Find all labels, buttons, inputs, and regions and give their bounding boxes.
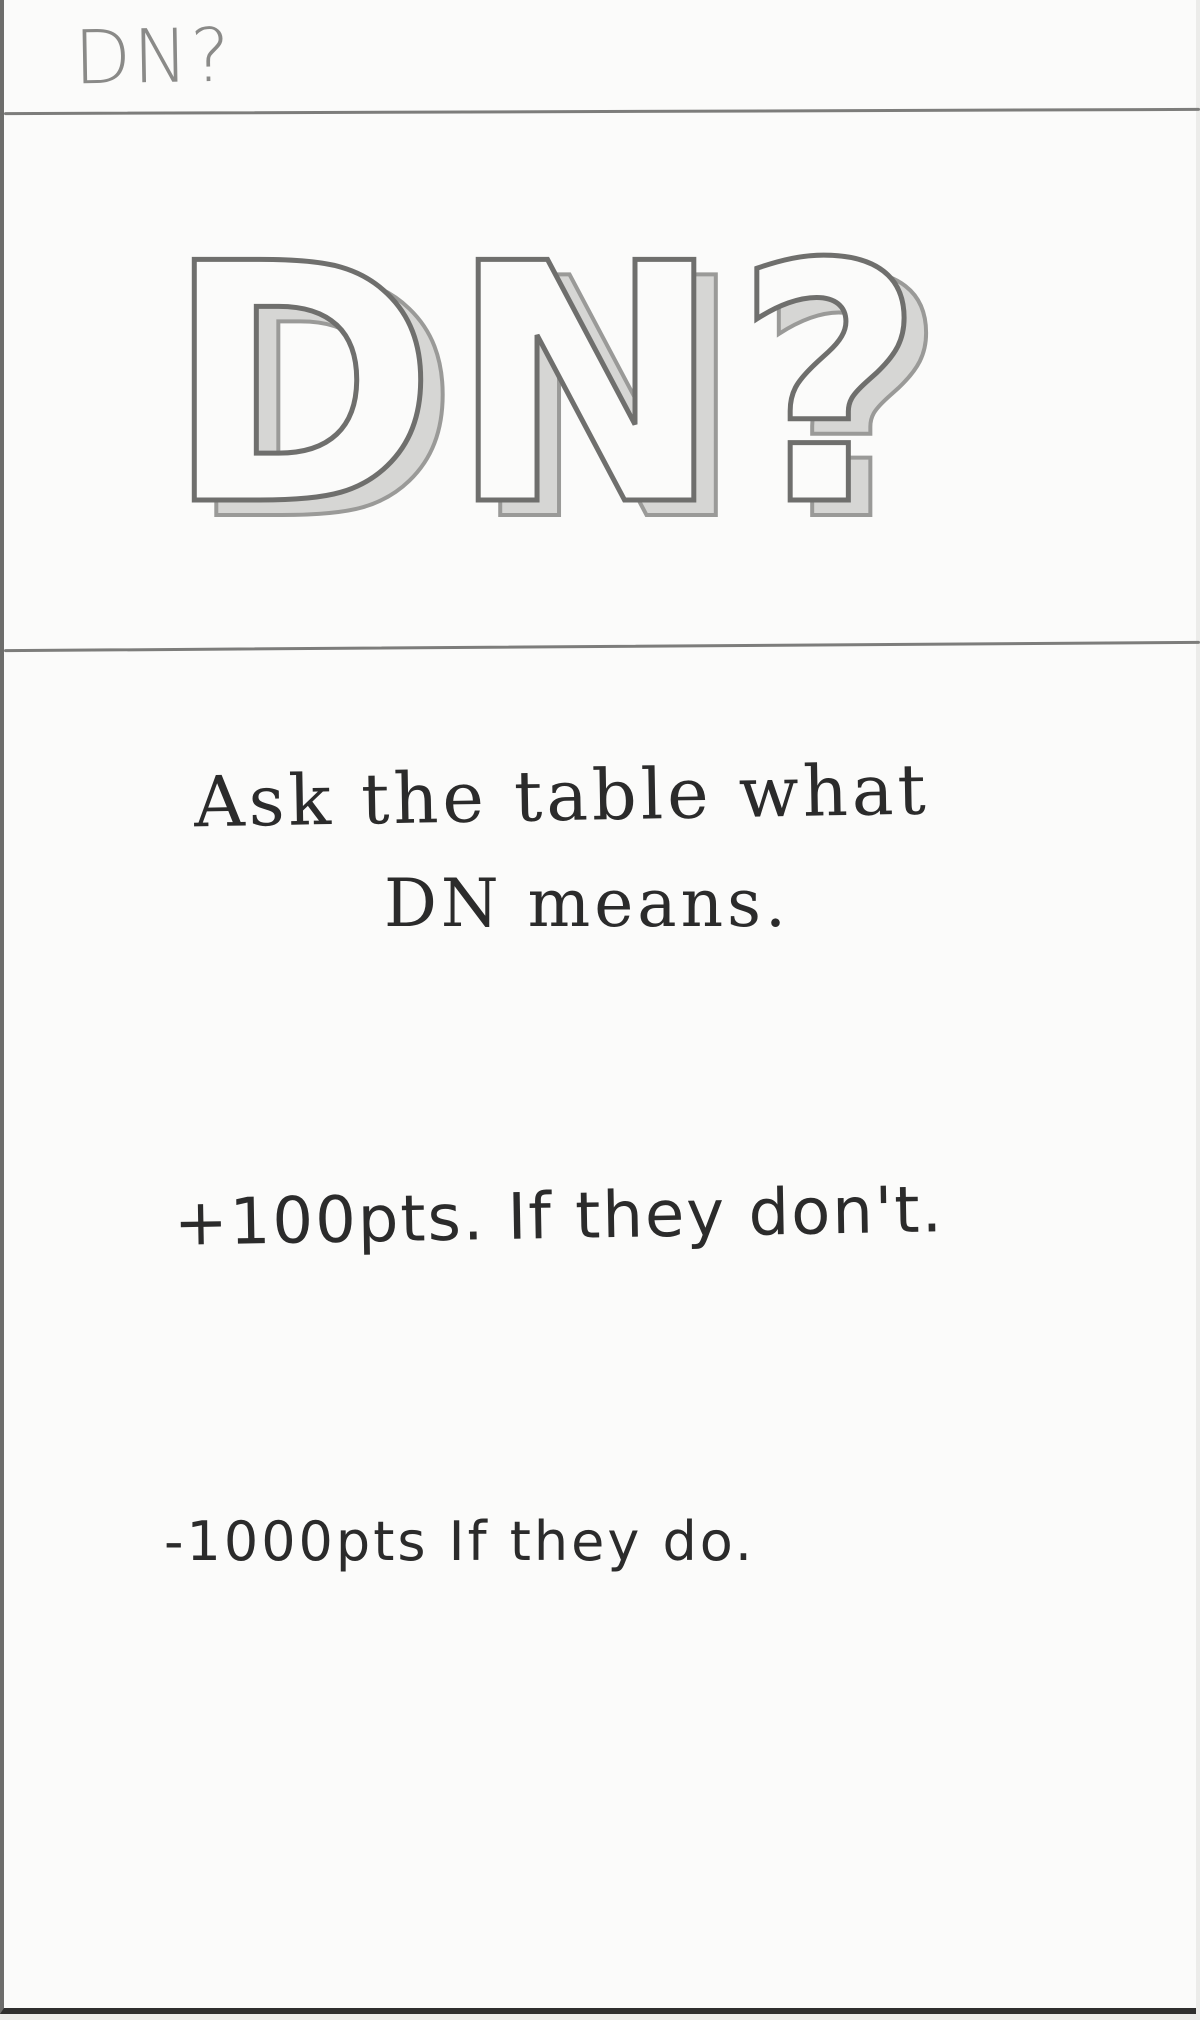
- title-divider: [4, 640, 1200, 653]
- card-header-label: DN?: [73, 12, 233, 102]
- card-title: DN? DN?: [164, 175, 1064, 576]
- card-title-text: DN?: [164, 194, 936, 575]
- prompt-line-2: DN means.: [384, 865, 790, 942]
- reward-rule: +100pts. If they don't.: [173, 1173, 945, 1261]
- header-divider: [3, 107, 1200, 116]
- game-card: DN? DN? DN? Ask the table what DN means.…: [0, 0, 1200, 2014]
- penalty-rule: -1000pts If they do.: [164, 1510, 756, 1573]
- prompt-line-1: Ask the table what: [193, 748, 931, 844]
